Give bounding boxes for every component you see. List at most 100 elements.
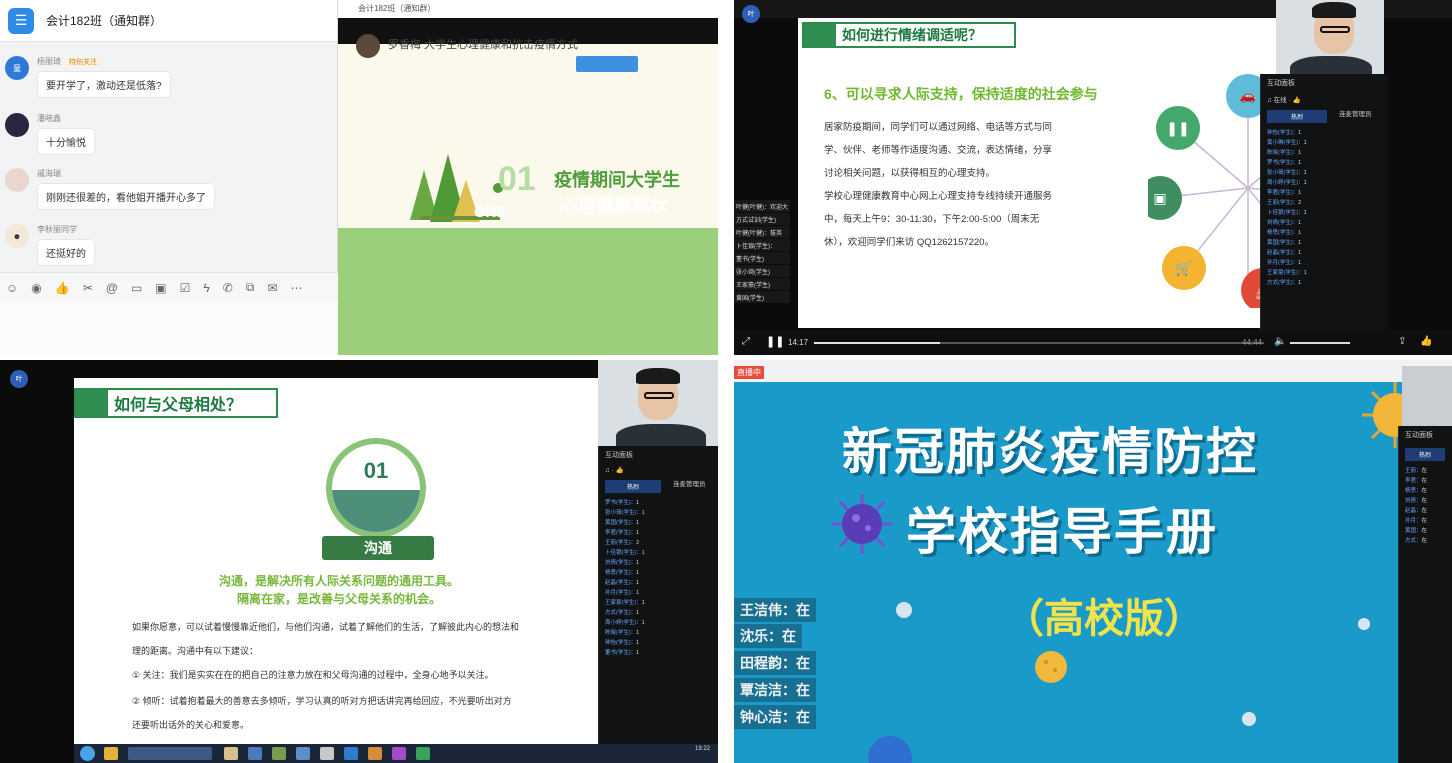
tab-mic-manager[interactable]: 连麦管理员 (667, 476, 712, 497)
slide-title-line-2: 心理健康现状 (560, 196, 668, 216)
svg-text:🚗: 🚗 (1240, 88, 1256, 103)
chat-row: 方式：在 (1405, 538, 1428, 544)
chat-row: 张小琦(学生)：1 (1267, 170, 1307, 176)
slide-body: 居家防疫期间，同学们可以通过网络、电话等方式与同 学、伙伴、老师等作适度沟通、交… (824, 116, 1114, 254)
title-decoration (76, 390, 108, 416)
chat-header: ☰ 会计182班（通知群） (0, 0, 337, 42)
chat-row: 刘倩(学生)：1 (605, 560, 640, 566)
chat-row: 张小琦(学生)：1 (605, 510, 645, 516)
windows-taskbar: 19:22 (74, 744, 718, 763)
top-right-screenshot: 叶 如何进行情绪调适呢？ 6、可以寻求人际支持，保持适度的社会参与 居家防疫期间… (734, 0, 1452, 355)
taskbar-app-icon[interactable] (320, 747, 334, 760)
taskbar-app-icon[interactable] (416, 747, 430, 760)
webcam-glasses (644, 392, 674, 399)
sender-name: 戚海瑞 (37, 169, 61, 178)
group-chat-icon: ☰ (8, 7, 34, 34)
emoji-icon[interactable]: ☺ (6, 281, 18, 295)
lesson-slide: 如何与父母相处？ 01 沟通 沟通，是解决所有人际关系问题的通用工具。 隔离在家… (74, 378, 604, 744)
message-input[interactable] (0, 302, 338, 355)
chat-row: 黄小琳(学生)：1 (1267, 140, 1307, 146)
slide-one-label: ONE (474, 204, 507, 221)
cover-title-line-1: 新冠肺炎疫情防控 (842, 424, 1258, 480)
slide-title: 如何与父母相处？ (114, 397, 243, 414)
live-badge: 直播中 (734, 366, 764, 379)
like-icon[interactable]: 👍 (1420, 336, 1432, 347)
sender-name: 李秋丽同学 (37, 225, 77, 234)
decor-dot (1358, 618, 1370, 630)
chat-row: 黄国：在 (1405, 528, 1428, 534)
panel-stats: ♫ · 👍 (605, 467, 624, 474)
tab-mic-manager[interactable]: 连麦管理员 (1333, 106, 1378, 127)
taskbar-app-icon[interactable] (368, 747, 382, 760)
taskbar-app-icon[interactable] (272, 747, 286, 760)
total-time: 44:44 (1242, 338, 1263, 347)
lightning-icon[interactable]: ϟ (203, 281, 209, 295)
taskbar-app-icon[interactable] (392, 747, 406, 760)
chat-row: 刘倩：在 (1405, 498, 1428, 504)
chat-row: 卜佳银(学生)：1 (605, 550, 645, 556)
panel-title: 互动面板 (1267, 80, 1295, 87)
current-time: 14:17 (788, 338, 809, 347)
chat-row: 杨思：在 (1405, 488, 1428, 494)
title-decoration (804, 24, 836, 46)
message-bubble: 刚刚还很差的，看他姐开播开心多了 (37, 183, 215, 210)
decor-dot (1242, 712, 1256, 726)
chat-row: 孙月(学生)：1 (1267, 260, 1302, 266)
volume-icon[interactable]: 🔈 (1274, 336, 1286, 347)
share-icon[interactable]: ⇪ (1398, 336, 1406, 347)
like-icon[interactable]: 👍 (55, 281, 70, 295)
webcam-glasses (1320, 26, 1350, 33)
image-icon[interactable]: ▣ (155, 281, 166, 295)
gif-icon[interactable]: ◉ (31, 281, 41, 295)
section-number: 01 (363, 458, 389, 483)
danmaku-item: 叶健(叶健)：拔英 (734, 226, 790, 238)
body-line: 居家防疫期间，同学们可以通过网络、电话等方式与同 (824, 122, 1053, 133)
paragraph-line: 还要听出话外的关心和爱意。 (132, 720, 250, 730)
message-bubble: 还挺好的 (37, 239, 95, 266)
panel-title: 互动面板 (605, 452, 633, 459)
tab-chat[interactable]: 热烈 (1405, 448, 1445, 461)
taskbar-window-button[interactable] (128, 747, 212, 760)
pause-icon[interactable]: ❚❚ (766, 335, 784, 348)
chat-toolbar: ☺ ◉ 👍 ✂ @ ▭ ▣ ☑ ϟ ✆ ⧉ ✉ ⋯ (0, 272, 338, 302)
more-icon[interactable]: ⋯ (290, 281, 302, 295)
group-title: 会计182班（通知群） (46, 14, 163, 28)
section-circle: 01 (326, 438, 426, 538)
virus-illustration-icon (868, 736, 912, 763)
interaction-panel: 互动面板 热烈 王丽：在 李君：在 杨思：在 刘倩：在 赵晶：在 孙月：在 黄国… (1398, 426, 1452, 763)
volume-slider[interactable] (1290, 342, 1350, 344)
chat-row: 王丽(学生)：2 (1267, 200, 1302, 206)
start-button-icon[interactable] (80, 746, 95, 761)
mention-icon[interactable]: @ (106, 281, 118, 295)
blue-popup-button[interactable] (576, 56, 638, 72)
webcam-hair (636, 368, 680, 384)
checkbox-icon[interactable]: ☑ (180, 281, 191, 295)
mail-icon[interactable]: ✉ (267, 281, 277, 295)
tab-chat[interactable]: 热烈 (1267, 110, 1327, 123)
folder-icon[interactable]: ▭ (131, 281, 142, 295)
avatar (5, 113, 29, 137)
scissors-icon[interactable]: ✂ (83, 281, 93, 295)
chat-row: 李君(学生)：1 (605, 530, 640, 536)
chat-message: ☻ 李秋丽同学 还挺好的 (5, 224, 95, 266)
taskbar-app-icon[interactable] (248, 747, 262, 760)
phone-icon[interactable]: ✆ (223, 281, 233, 295)
progress-fill (814, 342, 940, 344)
chat-row: 李君：在 (1405, 478, 1428, 484)
sender-name: 潘晓鑫 (37, 114, 61, 123)
progress-bar[interactable] (814, 342, 1264, 344)
body-line: 讨论相关问题，以获得相互的心理支持。 (824, 168, 996, 179)
svg-text:▣: ▣ (1153, 190, 1166, 206)
taskbar-app-icon[interactable] (224, 747, 238, 760)
tab-chat[interactable]: 热烈 (605, 480, 661, 493)
taskbar-app-icon[interactable] (344, 747, 358, 760)
chat-row: 周小婷(学生)：1 (1267, 180, 1307, 186)
slide-window-title: 会计182班（通知群） (338, 0, 718, 18)
taskbar-app-icon[interactable] (104, 747, 118, 760)
avatar: ☻ (5, 224, 29, 248)
screen-share-icon[interactable]: ⧉ (246, 280, 255, 295)
fullscreen-icon[interactable]: ⤢ (742, 336, 750, 347)
panel-title: 互动面板 (1405, 432, 1433, 439)
taskbar-app-icon[interactable] (296, 747, 310, 760)
danmaku-item: 王洁伟：在 (734, 598, 816, 622)
